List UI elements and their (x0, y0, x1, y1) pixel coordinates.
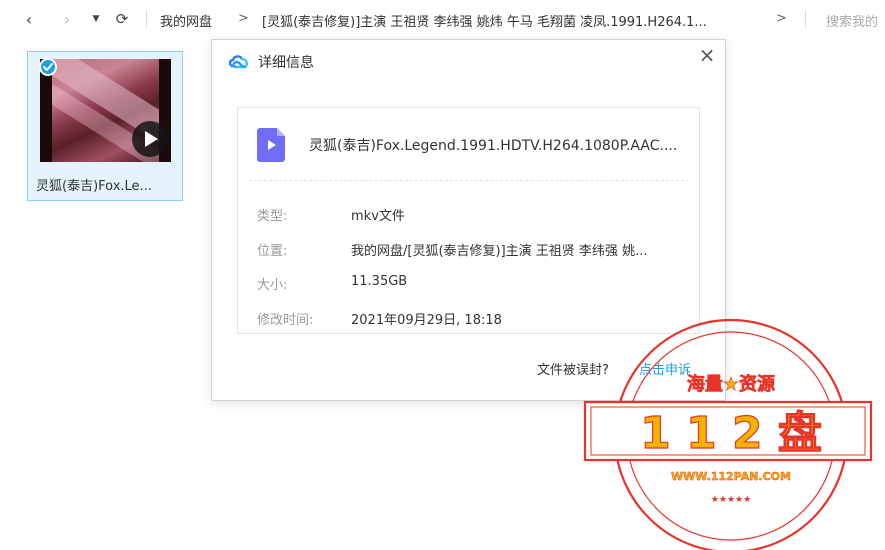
info-divider (249, 180, 689, 181)
selected-check-icon[interactable] (39, 58, 57, 76)
file-name-label[interactable]: 灵狐(泰吉)Fox.Le... (36, 175, 176, 194)
detail-dialog: 详细信息 × 灵狐(泰吉)Fox.Legend.1991.HDTV.H264.1… (211, 39, 726, 401)
toolbar-divider (146, 10, 147, 28)
misblocked-text: 文件被误封? (537, 363, 609, 378)
video-file-icon (257, 128, 285, 162)
navigation-bar: ‹ › ▼ ⟳ 我的网盘 > [灵狐(泰吉修复)]主演 王祖贤 李纬强 姚炜 午… (0, 0, 885, 38)
forward-icon[interactable]: › (58, 9, 76, 29)
breadcrumb-separator: > (238, 11, 249, 26)
type-label: 类型: (257, 209, 288, 224)
modified-time-value: 2021年09月29日, 18:18 (351, 313, 502, 328)
size-value: 11.35GB (351, 274, 408, 289)
refresh-icon[interactable]: ⟳ (113, 9, 131, 29)
location-value[interactable]: 我的网盘/[灵狐(泰吉修复)]主演 王祖贤 李纬强 姚... (351, 240, 691, 259)
breadcrumb-root[interactable]: 我的网盘 (160, 11, 212, 30)
play-icon[interactable] (132, 121, 168, 157)
location-label: 位置: (257, 244, 288, 259)
modified-time-label: 修改时间: (257, 313, 314, 328)
size-label: 大小: (257, 278, 288, 293)
appeal-link[interactable]: 点击申诉 (639, 359, 691, 378)
stamp-url-text: WWW.112PAN.COM (671, 470, 791, 483)
breadcrumb-folder[interactable]: [灵狐(泰吉修复)]主演 王祖贤 李纬强 姚炜 午马 毛翔菌 凌凤.1991.H… (262, 11, 762, 30)
stamp-main-text: 1 1 2 盘 (640, 408, 822, 459)
file-info-panel: 灵狐(泰吉)Fox.Legend.1991.HDTV.H264.1080P.AA… (237, 107, 700, 334)
back-icon[interactable]: ‹ (20, 9, 38, 29)
stamp-stars: ★★★★★ (711, 495, 751, 505)
close-icon[interactable]: × (696, 43, 718, 67)
baidu-netdisk-logo-icon (228, 55, 249, 69)
history-dropdown-icon[interactable]: ▼ (90, 11, 102, 27)
toolbar-divider (805, 10, 806, 28)
search-input[interactable]: 搜索我的 (826, 11, 878, 30)
type-value: mkv文件 (351, 209, 405, 224)
breadcrumb-expand[interactable]: > (776, 11, 787, 26)
info-file-name: 灵狐(泰吉)Fox.Legend.1991.HDTV.H264.1080P.AA… (309, 138, 678, 154)
dialog-title: 详细信息 (258, 55, 314, 71)
